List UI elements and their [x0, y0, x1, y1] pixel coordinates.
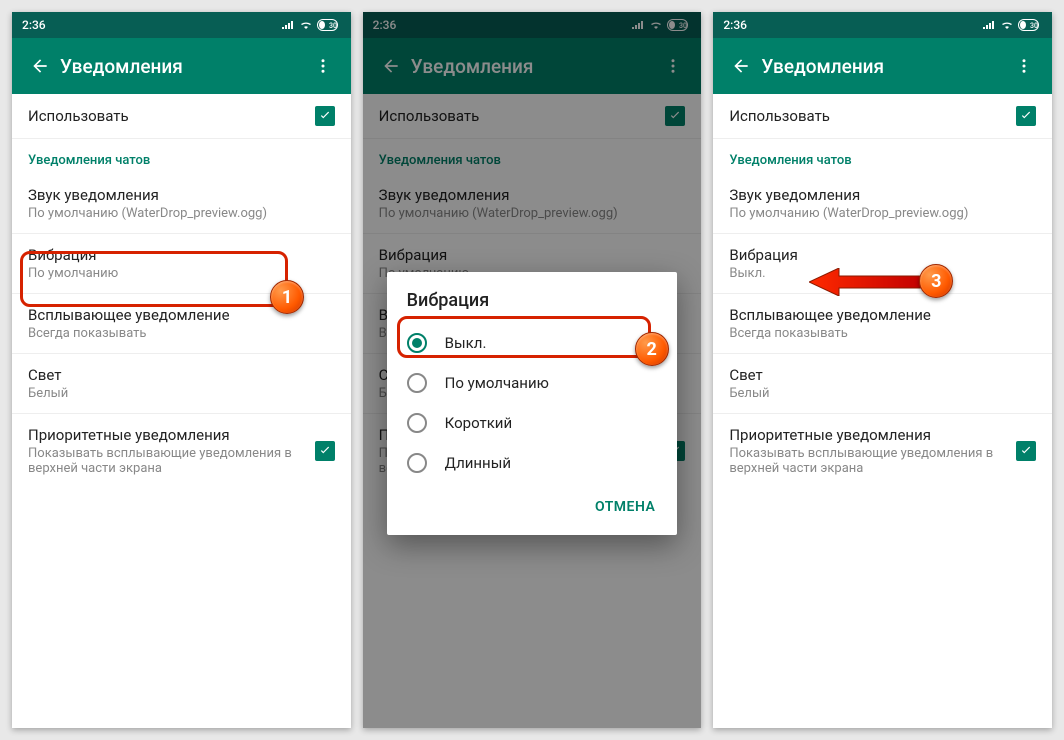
row-label: Вибрация [729, 246, 1036, 264]
checkbox-priority[interactable] [1016, 441, 1036, 461]
status-time: 2:36 [22, 18, 46, 32]
radio-icon [407, 373, 427, 393]
phone-screen-2: 2:36 30 Уведомления Использовать Уведомл… [363, 12, 702, 728]
back-button[interactable] [20, 46, 60, 86]
checkbox-priority[interactable] [315, 441, 335, 461]
battery-icon: 30 [317, 19, 341, 31]
row-sub: По умолчанию (WaterDrop_preview.ogg) [28, 206, 335, 221]
row-sub: По умолчанию [28, 266, 335, 281]
row-use-notifications[interactable]: Использовать [12, 94, 351, 139]
dialog-option-off[interactable]: Выкл. [387, 323, 678, 363]
radio-icon [407, 453, 427, 473]
more-vert-icon [314, 57, 332, 75]
radio-icon [407, 333, 427, 353]
back-button[interactable] [721, 46, 761, 86]
option-label: Длинный [445, 454, 511, 472]
row-label: Приоритетные уведомления [729, 426, 1016, 444]
row-light[interactable]: Свет Белый [12, 354, 351, 414]
phone-screen-3: 2:36 30 Уведомления Использовать Уведомл… [713, 12, 1052, 728]
row-notification-sound[interactable]: Звук уведомления По умолчанию (WaterDrop… [713, 174, 1052, 234]
annotation-badge-2: 2 [635, 332, 669, 366]
row-label: Свет [729, 366, 1036, 384]
row-label: Использовать [28, 107, 315, 125]
statusbar: 2:36 30 [713, 12, 1052, 38]
dialog-option-long[interactable]: Длинный [387, 443, 678, 483]
dialog-title: Вибрация [387, 272, 678, 323]
more-vert-icon [1015, 57, 1033, 75]
row-label: Свет [28, 366, 335, 384]
arrow-left-icon [731, 56, 751, 76]
appbar-title: Уведомления [60, 55, 303, 78]
settings-list: Использовать Уведомления чатов Звук увед… [713, 94, 1052, 728]
row-label: Использовать [729, 107, 1016, 125]
svg-text:30: 30 [1030, 22, 1038, 30]
row-sub: Белый [28, 386, 335, 401]
dialog-cancel-button[interactable]: ОТМЕНА [585, 491, 665, 523]
row-light[interactable]: Свет Белый [713, 354, 1052, 414]
checkbox-use[interactable] [315, 106, 335, 126]
check-icon [318, 444, 332, 458]
row-label: Вибрация [28, 246, 335, 264]
appbar: Уведомления [713, 38, 1052, 94]
vibration-dialog: Вибрация Выкл. По умолчанию Короткий Дли… [387, 272, 678, 535]
dialog-option-short[interactable]: Короткий [387, 403, 678, 443]
svg-text:30: 30 [329, 22, 337, 30]
row-label: Звук уведомления [729, 186, 1036, 204]
row-label: Приоритетные уведомления [28, 426, 315, 444]
row-priority[interactable]: Приоритетные уведомления Показывать вспл… [12, 414, 351, 488]
option-label: Выкл. [445, 334, 487, 352]
option-label: Короткий [445, 414, 512, 432]
appbar-title: Уведомления [761, 55, 1004, 78]
settings-list: Использовать Уведомления чатов Звук увед… [12, 94, 351, 728]
statusbar: 2:36 30 [12, 12, 351, 38]
annotation-badge-1: 1 [270, 280, 304, 314]
radio-icon [407, 413, 427, 433]
appbar: Уведомления [12, 38, 351, 94]
overflow-menu-button[interactable] [303, 46, 343, 86]
status-time: 2:36 [723, 18, 747, 32]
dialog-option-default[interactable]: По умолчанию [387, 363, 678, 403]
signal-icon [982, 20, 996, 30]
check-icon [1019, 444, 1033, 458]
row-popup[interactable]: Всплывающее уведомление Всегда показыват… [713, 294, 1052, 354]
check-icon [1019, 109, 1033, 123]
row-sub: Показывать всплывающие уведомления в вер… [28, 446, 315, 476]
wifi-icon [1000, 20, 1014, 30]
check-icon [318, 109, 332, 123]
row-notification-sound[interactable]: Звук уведомления По умолчанию (WaterDrop… [12, 174, 351, 234]
row-use-notifications[interactable]: Использовать [713, 94, 1052, 139]
row-label: Всплывающее уведомление [729, 306, 1036, 324]
status-right: 30 [982, 19, 1042, 31]
status-right: 30 [281, 19, 341, 31]
battery-icon: 30 [1018, 19, 1042, 31]
row-label: Звук уведомления [28, 186, 335, 204]
signal-icon [281, 20, 295, 30]
row-priority[interactable]: Приоритетные уведомления Показывать вспл… [713, 414, 1052, 488]
section-chat-notifications: Уведомления чатов [713, 139, 1052, 174]
row-sub: Белый [729, 386, 1036, 401]
row-sub: Всегда показывать [28, 326, 335, 341]
phone-screen-1: 2:36 30 Уведомления Использовать Уведомл… [12, 12, 351, 728]
row-sub: Выкл. [729, 266, 1036, 281]
wifi-icon [299, 20, 313, 30]
arrow-left-icon [30, 56, 50, 76]
row-sub: Всегда показывать [729, 326, 1036, 341]
row-sub: По умолчанию (WaterDrop_preview.ogg) [729, 206, 1036, 221]
row-sub: Показывать всплывающие уведомления в вер… [729, 446, 1016, 476]
option-label: По умолчанию [445, 374, 549, 392]
checkbox-use[interactable] [1016, 106, 1036, 126]
overflow-menu-button[interactable] [1004, 46, 1044, 86]
section-chat-notifications: Уведомления чатов [12, 139, 351, 174]
row-vibration[interactable]: Вибрация Выкл. [713, 234, 1052, 294]
